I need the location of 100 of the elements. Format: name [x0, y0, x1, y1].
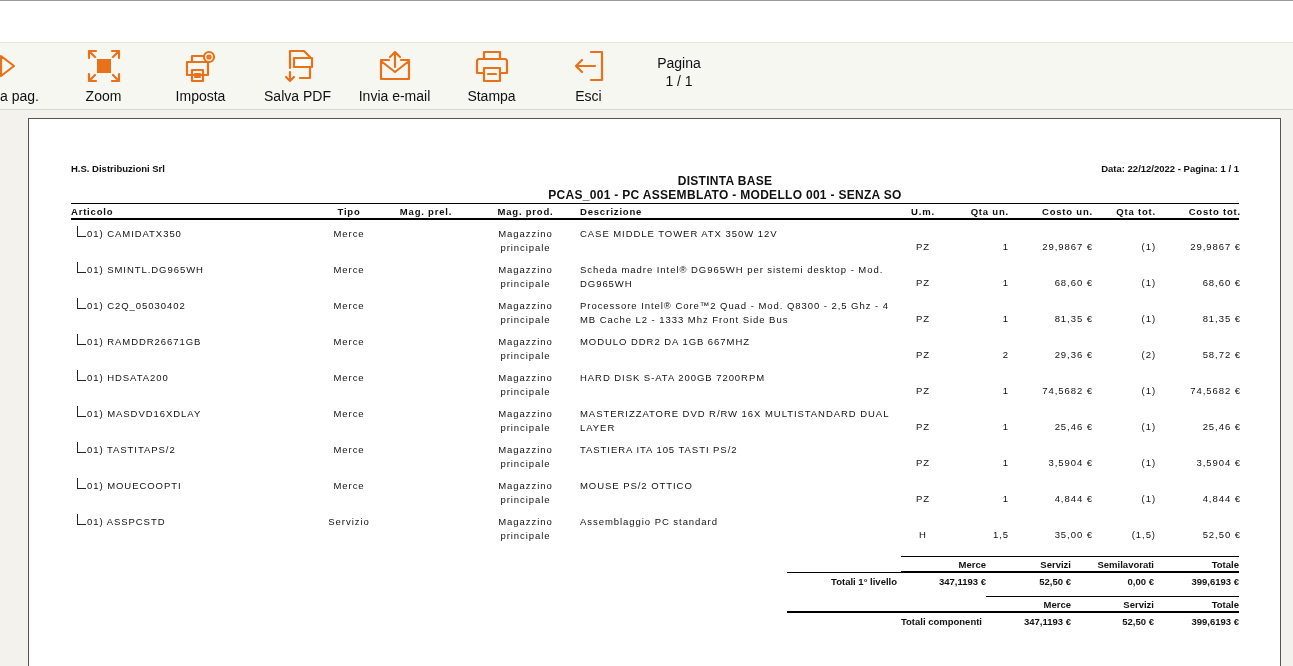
table-cell-text: Magazzino principale [497, 479, 554, 507]
table-cell-text: 68,60 € [1201, 276, 1241, 290]
totals-value: 347,1193 € [1022, 615, 1071, 627]
table-cell-text: Magazzino principale [497, 407, 554, 435]
table-cell: 01) RAMDDR26671GB [87, 335, 202, 349]
table-cell-text: (1) [1140, 456, 1156, 470]
table-cell-text: CASE MIDDLE TOWER ATX 350W 12V [579, 227, 779, 241]
toolbar-button[interactable]: Esci [540, 48, 637, 104]
table-cell-text: Scheda madre Intel® DG965WH per sistemi desktop - Mod. DG965WH [579, 263, 885, 291]
table-cell-text: Merce [332, 407, 366, 421]
column-header: Mag. prel. [398, 206, 454, 217]
toolbar-button[interactable]: Invia e-mail [346, 48, 443, 104]
table-cell-text: Merce [332, 263, 366, 277]
column-header: Mag. prod. [496, 206, 555, 217]
table-cell-text: Magazzino principale [497, 335, 554, 363]
totals-label: Totali 1° livello [830, 575, 898, 587]
page-label: Pagina [657, 55, 701, 71]
table-cell-text: (1) [1140, 420, 1156, 434]
tree-line [77, 478, 86, 489]
totals-value: 52,50 € [1038, 575, 1071, 587]
tree-line [77, 442, 86, 453]
table-cell-text: (2) [1140, 348, 1156, 362]
table-cell-text: Merce [332, 371, 366, 385]
toolbar-button[interactable]: Zoom [55, 48, 152, 104]
report-date-page: Data: 22/12/2022 - Pagina: 1 / 1 [1101, 163, 1239, 174]
totals-header: Merce [986, 596, 1071, 613]
table-cell-text: 29,9867 € [1189, 240, 1241, 254]
table-cell-text: 1 [1001, 456, 1009, 470]
totals-header: Totale [1154, 556, 1239, 573]
table-cell-text: TASTIERA ITA 105 TASTI PS/2 [579, 443, 739, 457]
column-header: Articolo [71, 206, 115, 217]
table-cell-text: Merce [332, 335, 366, 349]
column-header: U.m. [910, 206, 936, 217]
table-cell-text: 74,5682 € [1189, 384, 1241, 398]
table-cell-text: PZ [914, 240, 931, 254]
table-cell: 01) C2Q_05030402 [87, 299, 186, 313]
column-header: Qta un. [969, 206, 1009, 217]
toolbar-button[interactable]: a pag. [0, 48, 55, 104]
table-cell-text: PZ [914, 312, 931, 326]
table-cell: 01) MASDVD16XDLAY [87, 407, 202, 421]
table-cell-text: Magazzino principale [497, 227, 554, 255]
table-cell-text: (1) [1140, 312, 1156, 326]
toolbar-button[interactable]: Stampa [443, 48, 540, 104]
table-cell-text: Processore Intel® Core™2 Quad - Mod. Q8300 - 2,5 Ghz - 4 MB Cache L2 - 1333 Mhz Front Side Bus [579, 299, 890, 327]
table-cell-text: Magazzino principale [497, 263, 554, 291]
tree-line [77, 226, 86, 237]
totals-header: Servizi [986, 556, 1071, 573]
table-cell-text: 1 [1001, 492, 1009, 506]
totals-label: Totali componenti [899, 615, 983, 627]
table-cell: 01) ASSPCSTD [87, 515, 166, 529]
totals-value: 347,1193 € [937, 575, 986, 587]
table-cell-text: PZ [914, 348, 931, 362]
zoom-icon [85, 48, 122, 84]
totals-header: Totale [1154, 596, 1239, 613]
table-cell-text: MODULO DDR2 DA 1GB 667MHZ [579, 335, 751, 349]
table-cell-text: PZ [914, 492, 931, 506]
table-cell-text: Magazzino principale [497, 515, 554, 543]
table-cell-text: 25,46 € [1201, 420, 1241, 434]
tree-line [77, 298, 86, 309]
table-cell-text: Servizio [327, 515, 371, 529]
page-indicator: 1 / 1 [665, 73, 693, 89]
toolbar-button[interactable]: Imposta [152, 48, 249, 104]
table-cell-text: (1) [1140, 276, 1156, 290]
table-cell-text: MASTERIZZATORE DVD R/RW 16X MULTISTANDARD DUAL LAYER [579, 407, 891, 435]
totals-value: 52,50 € [1121, 615, 1154, 627]
table-cell-text: (1) [1140, 492, 1156, 506]
totals-header: Servizi [1071, 596, 1154, 613]
totals-value: 399,6193 € [1190, 615, 1239, 627]
table-cell-text: H [918, 528, 928, 542]
column-header: Qta tot. [1115, 206, 1156, 217]
table-cell-text: Merce [332, 479, 366, 493]
toolbar-button[interactable]: Salva PDF [249, 48, 346, 104]
table-cell-text: 3,5904 € [1195, 456, 1241, 470]
table-cell-text: Assemblaggio PC standard [579, 515, 719, 529]
table-cell-text: 4,844 € [1053, 492, 1093, 506]
table-cell-text: 1 [1001, 276, 1009, 290]
table-cell-text: Magazzino principale [497, 299, 554, 327]
totals-header: Merce [901, 556, 986, 573]
report-title: DISTINTA BASE [676, 174, 774, 188]
table-cell-text: (1) [1140, 384, 1156, 398]
table-cell-text: (1) [1140, 240, 1156, 254]
table-cell-text: Merce [332, 227, 366, 241]
table-cell: 01) MOUECOOPTI [87, 479, 182, 493]
table-cell-text: 1 [1001, 240, 1009, 254]
table-cell-text: Magazzino principale [497, 443, 554, 471]
table-cell-text: 74,5682 € [1041, 384, 1093, 398]
table-cell-text: PZ [914, 276, 931, 290]
table-cell-text: 81,35 € [1053, 312, 1093, 326]
column-header: Costo tot. [1187, 206, 1241, 217]
table-cell-text: 3,5904 € [1047, 456, 1093, 470]
table-cell-text: Merce [332, 443, 366, 457]
totals-header: Semilavorati [1071, 556, 1154, 573]
table-cell: 01) CAMIDATX350 [87, 227, 182, 241]
table-cell-text: 4,844 € [1201, 492, 1241, 506]
column-header: Tipo [336, 206, 362, 217]
tree-line [77, 370, 86, 381]
table-cell-text: PZ [914, 420, 931, 434]
table-cell-text: 1 [1001, 384, 1009, 398]
table-cell-text: 1 [1001, 420, 1009, 434]
table-cell: 01) TASTITAPS/2 [87, 443, 176, 457]
